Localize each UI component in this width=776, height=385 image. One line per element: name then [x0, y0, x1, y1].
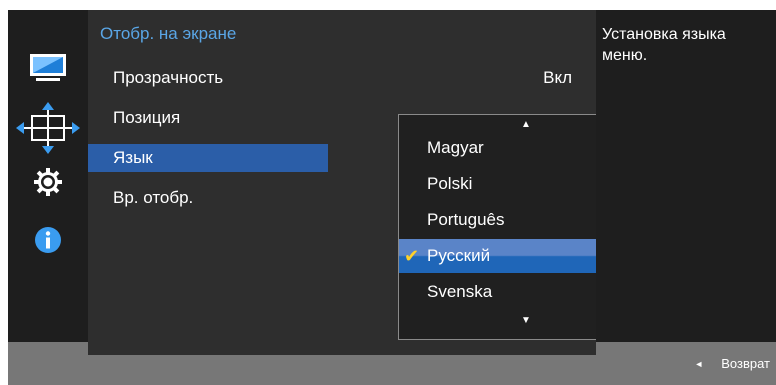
menu-item-transparency[interactable]: Прозрачность	[88, 64, 328, 92]
scroll-up-arrow-icon[interactable]: ▲	[521, 119, 531, 130]
menu-item-position[interactable]: Позиция	[88, 104, 328, 132]
checkmark-icon: ✔	[404, 246, 420, 266]
menu-item-label: Язык	[113, 148, 153, 167]
left-triangle-icon: ◄	[694, 358, 704, 369]
scroll-down-arrow-icon[interactable]: ▼	[521, 315, 531, 326]
main-panel-extension	[88, 342, 596, 355]
position-arrows-icon[interactable]	[16, 102, 80, 154]
transparency-value: Вкл	[543, 68, 572, 87]
monitor-icon[interactable]	[20, 48, 76, 88]
menu-title: Отобр. на экране	[100, 24, 237, 43]
icon-sidebar	[8, 10, 88, 342]
menu-item-label: Прозрачность	[113, 68, 224, 87]
back-button[interactable]: ◄ Возврат	[694, 356, 770, 371]
menu-item-label: Позиция	[113, 108, 181, 127]
menu-item-display-time[interactable]: Вр. отобр.	[88, 184, 328, 212]
back-label: Возврат	[721, 356, 770, 371]
main-menu-panel: Отобр. на экране Прозрачность Вкл Позици…	[88, 10, 658, 350]
menu-item-language[interactable]: Язык	[88, 144, 328, 172]
info-icon[interactable]	[20, 220, 76, 260]
osd-window: Отобр. на экране Прозрачность Вкл Позици…	[8, 10, 776, 385]
help-text: Установка языка меню.	[602, 26, 726, 64]
help-panel: Установка языка меню.	[596, 10, 776, 342]
menu-item-label: Вр. отобр.	[113, 188, 194, 207]
gear-icon[interactable]	[20, 162, 76, 202]
